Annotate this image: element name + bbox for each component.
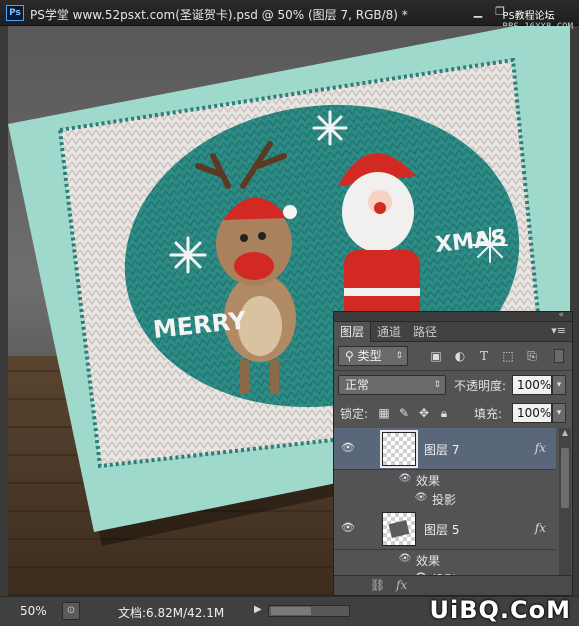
- shape-filter-icon[interactable]: ⬚: [500, 349, 516, 363]
- thumbnail-content: [388, 520, 410, 538]
- zoom-level[interactable]: 50%: [8, 601, 54, 621]
- chevron-updown-icon: ⇕: [395, 351, 403, 361]
- effects-label: 效果: [416, 474, 441, 488]
- blend-mode-select[interactable]: 正常 ⇕: [338, 375, 446, 395]
- lock-label: 锁定:: [340, 407, 369, 421]
- document-title: PS学堂 www.52psxt.com(圣诞贺卡).psd @ 50% (图层 …: [30, 8, 408, 22]
- lock-image-brush-icon[interactable]: ✎: [396, 406, 412, 420]
- tab-paths[interactable]: 路径: [407, 322, 443, 342]
- watermark-bottom: UiBQ.CoM: [429, 596, 571, 624]
- layer-thumbnail: [380, 430, 418, 468]
- layers-panel: « 图层 通道 路径 ▾≡ ⚲ 类型 ⇕ ▣ ◐ T ⬚ ⎘ 正常 ⇕ 不透明度…: [333, 310, 573, 596]
- fx-icon[interactable]: fx: [535, 441, 546, 455]
- opacity-label: 不透明度:: [454, 379, 507, 393]
- scrollbar-thumb[interactable]: [271, 607, 311, 615]
- title-bar: Ps PS学堂 www.52psxt.com(圣诞贺卡).psd @ 50% (…: [0, 0, 579, 32]
- lock-position-move-icon[interactable]: ✥: [416, 406, 432, 420]
- eye-visibility-icon[interactable]: 👁︎: [414, 492, 428, 503]
- link-layers-icon[interactable]: ⛓: [370, 578, 385, 592]
- chevron-updown-icon: ⇕: [433, 380, 441, 390]
- fill-label: 填充:: [474, 407, 503, 421]
- watermark-top-line1: PS教程论坛: [502, 11, 555, 22]
- layer-list-scrollbar[interactable]: ▲: [559, 428, 571, 576]
- blend-row: 正常 ⇕ 不透明度: 100% ▾: [334, 371, 572, 399]
- opacity-input[interactable]: 100%: [512, 375, 552, 395]
- lock-transparent-icon[interactable]: ▦: [376, 406, 392, 420]
- eye-visibility-icon[interactable]: 👁︎: [398, 473, 412, 484]
- eye-visibility-icon[interactable]: 👁︎: [340, 521, 356, 535]
- pixel-filter-icon[interactable]: ▣: [428, 349, 444, 363]
- status-info-icon[interactable]: ⊙: [62, 602, 80, 620]
- filter-kind-select[interactable]: ⚲ 类型 ⇕: [338, 346, 408, 366]
- layer-row[interactable]: 👁︎ 图层 5 fx: [334, 508, 556, 550]
- filter-row: ⚲ 类型 ⇕ ▣ ◐ T ⬚ ⎘: [334, 342, 572, 370]
- fill-input[interactable]: 100%: [512, 403, 552, 423]
- collapse-icon[interactable]: «: [558, 310, 564, 320]
- snowflake-icon: [312, 110, 348, 146]
- effect-drop-shadow-label: 投影: [432, 493, 457, 507]
- scrollbar-thumb[interactable]: [561, 448, 569, 508]
- horizontal-scrollbar[interactable]: [268, 605, 350, 617]
- blend-mode-value: 正常: [345, 378, 370, 392]
- tab-layers[interactable]: 图层: [334, 322, 372, 342]
- lock-row: 锁定: ▦ ✎ ✥ 🔒︎ 填充: 100% ▾: [334, 399, 572, 427]
- effects-label: 效果: [416, 554, 441, 568]
- layer-effects-row[interactable]: 👁︎ 效果: [334, 470, 556, 489]
- layer-effect-row[interactable]: 👁︎ 投影: [334, 489, 556, 508]
- snowflake-icon: [169, 236, 207, 274]
- fx-icon[interactable]: fx: [535, 521, 546, 535]
- lock-all-icon[interactable]: 🔒︎: [436, 406, 452, 420]
- filter-kind-value: 类型: [357, 349, 382, 363]
- scroll-up-icon[interactable]: ▲: [559, 428, 571, 440]
- layer-effects-row[interactable]: 👁︎ 效果: [334, 550, 556, 569]
- layer-thumbnail: [382, 512, 416, 546]
- adjustment-filter-icon[interactable]: ◐: [452, 349, 468, 363]
- layer-list: 👁︎ 图层 7 fx 👁︎ 效果 👁︎ 投影 👁︎ 图层 5 fx 👁︎ 效果 …: [334, 428, 556, 576]
- panel-tabs: 图层 通道 路径 ▾≡: [334, 322, 572, 342]
- layer-row[interactable]: 👁︎ 图层 7 fx: [334, 428, 556, 470]
- layer-name[interactable]: 图层 5: [424, 521, 459, 538]
- eye-visibility-icon[interactable]: 👁︎: [398, 553, 412, 564]
- search-icon: ⚲: [345, 349, 358, 363]
- eye-visibility-icon[interactable]: 👁︎: [340, 441, 356, 455]
- layer-name[interactable]: 图层 7: [424, 441, 459, 458]
- type-filter-icon[interactable]: T: [476, 349, 492, 363]
- minimize-button[interactable]: ▁: [469, 4, 487, 20]
- panel-header[interactable]: «: [334, 310, 572, 322]
- panel-footer: ⛓ fx: [334, 575, 572, 595]
- opacity-dropdown-icon[interactable]: ▾: [552, 375, 566, 395]
- add-style-fx-icon[interactable]: fx: [396, 578, 407, 592]
- smart-object-filter-icon[interactable]: ⎘: [524, 349, 540, 363]
- photoshop-logo-icon: Ps: [6, 5, 24, 21]
- filter-toggle[interactable]: [554, 349, 564, 363]
- panel-menu-icon[interactable]: ▾≡: [551, 324, 566, 337]
- status-menu-arrow-icon[interactable]: ▶: [254, 604, 262, 615]
- fill-dropdown-icon[interactable]: ▾: [552, 403, 566, 423]
- tab-channels[interactable]: 通道: [371, 322, 407, 342]
- document-size: 文档:6.82M/42.1M: [118, 606, 225, 620]
